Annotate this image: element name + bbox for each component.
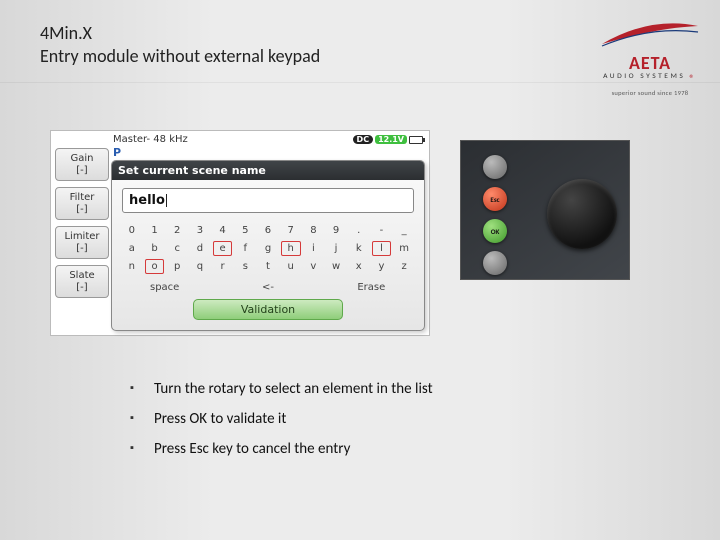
char-cell[interactable]: e: [213, 241, 233, 256]
char-cell[interactable]: y: [372, 259, 392, 274]
char-cell[interactable]: a: [122, 241, 142, 256]
side-btn-slate[interactable]: Slate [-]: [55, 265, 109, 298]
voltage-badge: 12.1V: [375, 135, 407, 144]
rotary-hardware-photo: Esc OK: [460, 140, 630, 280]
instruction-list: Turn the rotary to select an element in …: [130, 380, 433, 470]
char-cell[interactable]: k: [349, 241, 369, 256]
char-cell[interactable]: z: [394, 259, 414, 274]
char-cell[interactable]: j: [326, 241, 346, 256]
instruction-item: Turn the rotary to select an element in …: [130, 380, 433, 398]
char-cell[interactable]: n: [122, 259, 142, 274]
logo-tagline: superior sound since 1978: [600, 89, 700, 97]
char-cell[interactable]: 3: [190, 223, 210, 238]
side-btn-limiter[interactable]: Limiter [-]: [55, 226, 109, 259]
char-cell[interactable]: i: [304, 241, 324, 256]
char-cell[interactable]: 2: [167, 223, 187, 238]
space-key[interactable]: space: [122, 282, 207, 293]
logo-swoosh-icon: [600, 22, 700, 50]
char-cell[interactable]: -: [372, 223, 392, 238]
char-cell[interactable]: h: [281, 241, 301, 256]
hw-up-button: [483, 155, 507, 179]
char-cell[interactable]: u: [281, 259, 301, 274]
char-cell[interactable]: b: [145, 241, 165, 256]
char-cell[interactable]: 4: [213, 223, 233, 238]
brand-logo: AETA AUDIO SYSTEMS ® superior sound since…: [600, 22, 700, 97]
char-cell[interactable]: 5: [235, 223, 255, 238]
scene-name-input[interactable]: hello: [122, 188, 414, 213]
side-btn-filter[interactable]: Filter [-]: [55, 187, 109, 220]
dialog-title: Set current scene name: [112, 161, 424, 180]
char-cell[interactable]: 9: [326, 223, 346, 238]
title-line-2: Entry module without external keypad: [40, 45, 320, 68]
hw-down-button: [483, 251, 507, 275]
hw-esc-button: Esc: [483, 187, 507, 211]
rotary-knob: [547, 179, 617, 249]
header-divider: [0, 82, 720, 83]
char-cell[interactable]: c: [167, 241, 187, 256]
char-cell[interactable]: m: [394, 241, 414, 256]
status-master: Master- 48 kHz: [113, 134, 188, 145]
char-cell[interactable]: t: [258, 259, 278, 274]
char-cell[interactable]: o: [145, 259, 165, 274]
instruction-item: Press OK to validate it: [130, 410, 433, 428]
char-cell[interactable]: q: [190, 259, 210, 274]
char-cell[interactable]: w: [326, 259, 346, 274]
char-cell[interactable]: 1: [145, 223, 165, 238]
char-cell[interactable]: _: [394, 223, 414, 238]
char-cell[interactable]: g: [258, 241, 278, 256]
char-cell[interactable]: s: [235, 259, 255, 274]
char-cell[interactable]: 8: [304, 223, 324, 238]
erase-key[interactable]: Erase: [329, 282, 414, 293]
battery-icon: [409, 136, 423, 144]
char-cell[interactable]: l: [372, 241, 392, 256]
text-caret-icon: [166, 194, 167, 207]
character-grid[interactable]: 0123456789.-_abcdefghijklm nopqrstuvwxyz: [122, 223, 414, 274]
char-cell[interactable]: r: [213, 259, 233, 274]
panel-prefix: P: [113, 146, 121, 159]
char-cell[interactable]: p: [167, 259, 187, 274]
hw-ok-button: OK: [483, 219, 507, 243]
slide-title: 4Min.X Entry module without external key…: [40, 22, 320, 67]
logo-brand: AETA: [629, 52, 671, 74]
side-btn-gain[interactable]: Gain [-]: [55, 148, 109, 181]
backspace-key[interactable]: <-: [225, 282, 310, 293]
char-cell[interactable]: x: [349, 259, 369, 274]
char-cell[interactable]: .: [349, 223, 369, 238]
char-cell[interactable]: 0: [122, 223, 142, 238]
char-cell[interactable]: 6: [258, 223, 278, 238]
input-value: hello: [129, 193, 165, 208]
char-cell[interactable]: v: [304, 259, 324, 274]
char-cell[interactable]: 7: [281, 223, 301, 238]
logo-subbrand: AUDIO SYSTEMS: [603, 72, 685, 81]
side-button-column: Gain [-] Filter [-] Limiter [-] Slate [-…: [55, 148, 109, 331]
status-bar: Master- 48 kHz DC 12.1V: [53, 133, 427, 146]
instruction-item: Press Esc key to cancel the entry: [130, 440, 433, 458]
char-cell[interactable]: f: [235, 241, 255, 256]
device-screenshot: Master- 48 kHz DC 12.1V Gain [-] Filter …: [50, 130, 430, 336]
validate-button[interactable]: Validation: [193, 299, 343, 320]
scene-name-dialog: Set current scene name hello 0123456789.…: [111, 160, 425, 331]
registered-mark: ®: [689, 72, 697, 85]
title-line-1: 4Min.X: [40, 22, 320, 45]
dc-badge: DC: [353, 135, 374, 144]
char-cell[interactable]: d: [190, 241, 210, 256]
